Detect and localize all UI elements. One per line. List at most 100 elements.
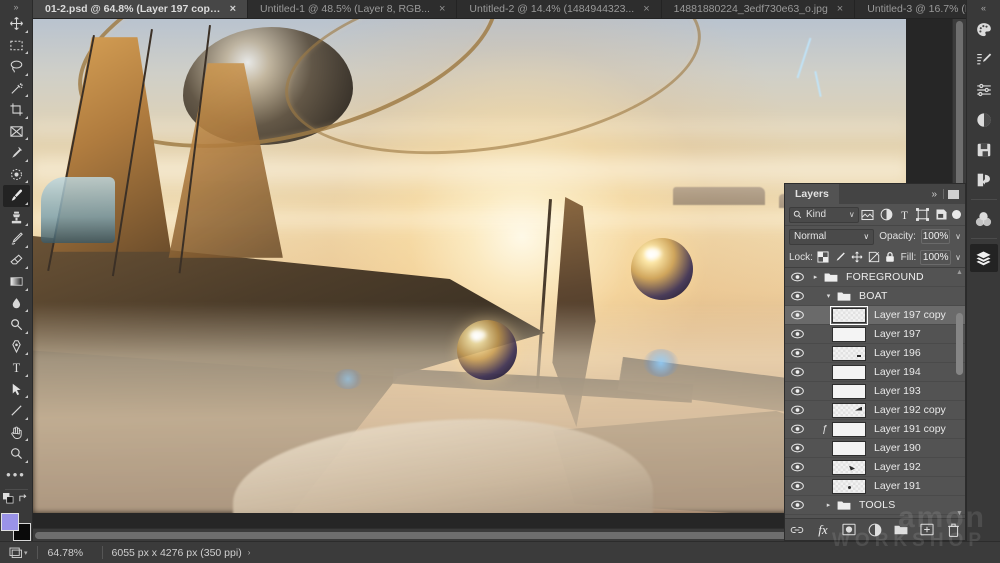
layers-list-scrollbar[interactable]: ▲ ▼ [955, 269, 964, 517]
layer-name[interactable]: Layer 193 [874, 385, 921, 397]
chevron-right-icon[interactable]: ▸ [822, 501, 835, 509]
color-swatches[interactable] [1, 513, 31, 542]
eyedropper-tool[interactable] [3, 142, 30, 164]
layer-row-192-copy[interactable]: Layer 192 copy [785, 401, 965, 420]
zoom-level-field[interactable]: 64.78% [38, 547, 102, 559]
close-icon[interactable]: × [837, 3, 843, 15]
layer-name[interactable]: Layer 191 copy [874, 423, 946, 435]
properties-panel-icon[interactable] [970, 106, 998, 134]
layer-name[interactable]: FOREGROUND [846, 271, 924, 283]
scroll-down-arrow[interactable]: ▼ [956, 510, 963, 517]
document-tab-2[interactable]: Untitled-2 @ 14.4% (1484944323... × [457, 0, 662, 18]
layer-thumbnail[interactable] [832, 459, 866, 475]
fill-chevron-icon[interactable]: ∨ [955, 253, 961, 262]
filter-smart-object-icon[interactable] [932, 206, 950, 224]
document-size-field[interactable]: 6055 px x 4276 px (350 ppi) › [103, 547, 260, 559]
opacity-input[interactable]: 100% [920, 229, 951, 244]
layers-panel-icon[interactable] [969, 244, 998, 272]
rectangular-marquee-tool[interactable] [3, 35, 30, 57]
history-brush-tool[interactable] [3, 228, 30, 250]
layer-thumbnail[interactable] [830, 305, 868, 325]
visibility-eye-icon[interactable] [785, 272, 809, 282]
layer-name[interactable]: Layer 196 [874, 347, 921, 359]
adjustments-panel-icon[interactable] [970, 76, 998, 104]
default-colors-icon[interactable] [3, 493, 14, 507]
lasso-tool[interactable] [3, 56, 30, 78]
visibility-eye-icon[interactable] [785, 481, 809, 491]
filter-enable-toggle[interactable] [952, 210, 962, 219]
line-tool[interactable] [3, 400, 30, 422]
layer-name[interactable]: Layer 191 [874, 480, 921, 492]
status-expand-arrow-icon[interactable]: › [248, 548, 251, 557]
history-panel-icon[interactable] [970, 166, 998, 194]
visibility-eye-icon[interactable] [785, 424, 809, 434]
layer-thumbnail[interactable] [832, 383, 866, 399]
screen-mode-icon[interactable]: ▾ [0, 546, 37, 559]
new-group-button[interactable] [894, 522, 909, 537]
new-adjustment-layer-button[interactable] [868, 522, 883, 537]
layer-row-194[interactable]: Layer 194 [785, 363, 965, 382]
layer-row-197[interactable]: Layer 197 [785, 325, 965, 344]
link-layers-button[interactable] [790, 522, 805, 537]
path-selection-tool[interactable] [3, 379, 30, 401]
color-panel-icon[interactable] [970, 16, 998, 44]
visibility-eye-icon[interactable] [785, 329, 809, 339]
brush-tool[interactable] [2, 185, 30, 207]
layer-name[interactable]: Layer 190 [874, 442, 921, 454]
blur-tool[interactable] [3, 293, 30, 315]
layer-thumbnail[interactable] [832, 421, 866, 437]
layer-row-193[interactable]: Layer 193 [785, 382, 965, 401]
document-tab-0[interactable]: 01-2.psd @ 64.8% (Layer 197 copy, RGB/8)… [33, 0, 248, 18]
visibility-eye-icon[interactable] [785, 348, 809, 358]
layer-row-foreground[interactable]: ▸ FOREGROUND [785, 268, 965, 287]
fill-input[interactable]: 100% [920, 249, 952, 265]
lock-image-pixels-icon[interactable] [834, 250, 847, 265]
layers-scroll-thumb[interactable] [956, 313, 963, 375]
layer-row-tools[interactable]: ▸ TOOLS [785, 496, 965, 515]
chevron-down-icon[interactable]: ▾ [822, 292, 835, 300]
zoom-tool[interactable] [3, 443, 30, 465]
opacity-chevron-icon[interactable]: ∨ [955, 232, 961, 241]
magic-wand-tool[interactable] [3, 78, 30, 100]
visibility-eye-icon[interactable] [785, 310, 809, 320]
layer-name[interactable]: Layer 197 copy [874, 309, 946, 321]
layer-row-191-copy[interactable]: ƒ Layer 191 copy [785, 420, 965, 439]
add-layer-mask-button[interactable] [842, 522, 857, 537]
tab-layers[interactable]: Layers [785, 184, 839, 204]
toolbar-collapse-button[interactable]: » [0, 0, 32, 13]
layer-row-192[interactable]: Layer 192 [785, 458, 965, 477]
foreground-color-swatch[interactable] [1, 513, 19, 532]
layer-name[interactable]: BOAT [859, 290, 888, 302]
filter-kind-select[interactable]: Kind ∨ [789, 206, 859, 223]
visibility-eye-icon[interactable] [785, 500, 809, 510]
layer-thumbnail[interactable] [832, 345, 866, 361]
brush-settings-panel-icon[interactable] [970, 46, 998, 74]
visibility-eye-icon[interactable] [785, 386, 809, 396]
layer-thumbnail[interactable] [832, 326, 866, 342]
layer-row-190[interactable]: Layer 190 [785, 439, 965, 458]
lock-position-icon[interactable] [850, 250, 863, 265]
layer-name[interactable]: Layer 192 [874, 461, 921, 473]
new-layer-button[interactable] [920, 522, 935, 537]
artwork-canvas[interactable] [33, 19, 906, 513]
rail-collapse-button[interactable]: « [967, 0, 1000, 15]
visibility-eye-icon[interactable] [785, 462, 809, 472]
visibility-eye-icon[interactable] [785, 291, 809, 301]
type-tool[interactable]: T [3, 357, 30, 379]
edit-toolbar-button[interactable]: ••• [3, 465, 30, 487]
chevron-right-icon[interactable]: ▸ [809, 273, 822, 281]
gradient-tool[interactable] [3, 271, 30, 293]
visibility-eye-icon[interactable] [785, 443, 809, 453]
layers-list[interactable]: ▸ FOREGROUND ▾ BOAT Layer 197 copy Layer… [785, 268, 965, 518]
layer-name[interactable]: TOOLS [859, 499, 895, 511]
crop-tool[interactable] [3, 99, 30, 121]
layer-thumbnail[interactable] [832, 478, 866, 494]
scroll-up-arrow[interactable]: ▲ [956, 269, 963, 276]
visibility-eye-icon[interactable] [785, 367, 809, 377]
layer-thumbnail[interactable] [832, 440, 866, 456]
chevron-double-right-icon[interactable]: » [926, 184, 942, 204]
lock-transparent-pixels-icon[interactable] [817, 250, 830, 265]
filter-shape-icon[interactable] [914, 206, 932, 224]
delete-layer-button[interactable] [946, 522, 961, 537]
libraries-panel-icon[interactable] [970, 136, 998, 164]
